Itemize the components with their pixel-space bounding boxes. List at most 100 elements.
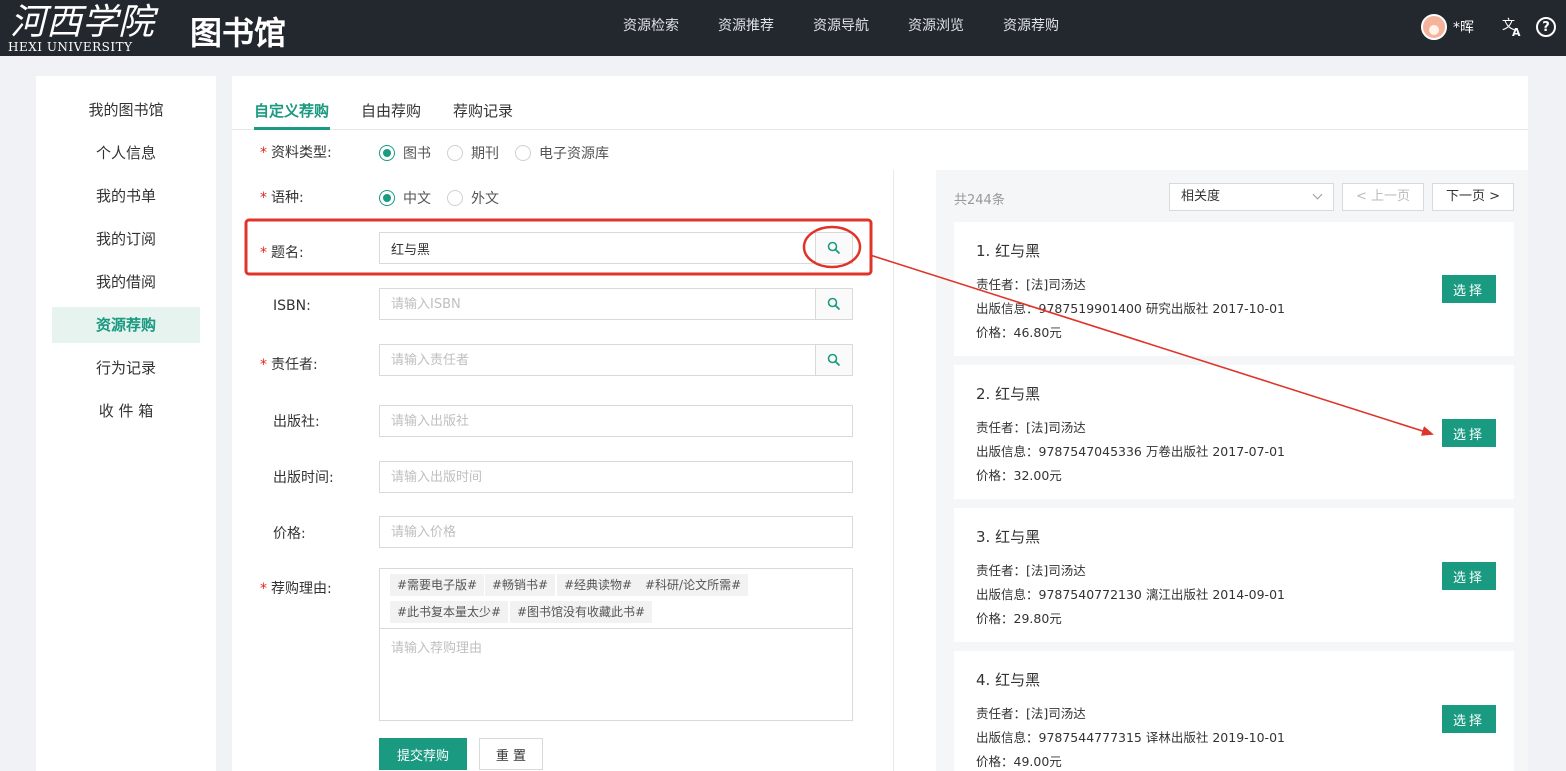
- language-radio-group: 中文 外文: [379, 188, 515, 208]
- avatar: [1421, 14, 1447, 40]
- sidebar-item-booklist[interactable]: 我的书单: [52, 178, 200, 214]
- title-input[interactable]: [379, 232, 816, 264]
- results-total: 共244条: [954, 193, 1005, 208]
- sidebar-item-resource-purchase[interactable]: 资源荐购: [52, 307, 200, 343]
- chevron-down-icon: [1312, 189, 1323, 200]
- top-header: 河西学院 HEXI UNIVERSITY 图书馆 资源检索 资源推荐 资源导航 …: [0, 0, 1566, 56]
- user-menu[interactable]: *晖: [1421, 14, 1474, 40]
- sidebar: 我的图书馆 个人信息 我的书单 我的订阅 我的借阅 资源荐购 行为记录 收 件 …: [36, 76, 216, 771]
- radio-chinese[interactable]: [379, 190, 395, 206]
- sidebar-item-personal-info[interactable]: 个人信息: [52, 135, 200, 171]
- reason-tag[interactable]: #图书馆没有收藏此书#: [510, 601, 653, 623]
- search-icon: [827, 297, 841, 311]
- price-input[interactable]: [379, 516, 853, 548]
- result-author: 责任者：[法]司汤达: [976, 277, 1086, 292]
- sidebar-item-inbox[interactable]: 收 件 箱: [52, 393, 200, 429]
- isbn-input[interactable]: [379, 288, 816, 320]
- price-label: 价格:: [273, 526, 306, 542]
- result-price: 价格：49.00元: [976, 754, 1062, 769]
- sidebar-item-subscriptions[interactable]: 我的订阅: [52, 221, 200, 257]
- reason-tag[interactable]: #科研/论文所需#: [638, 574, 749, 596]
- logo-calligraphy: 河西学院: [10, 2, 159, 42]
- title-search-button[interactable]: [815, 232, 853, 264]
- reason-tag[interactable]: #此书复本量太少#: [390, 601, 509, 623]
- search-icon: [827, 353, 841, 367]
- result-author: 责任者：[法]司汤达: [976, 420, 1086, 435]
- result-pubinfo: 出版信息：9787519901400 研究出版社 2017-10-01: [976, 301, 1285, 316]
- author-input[interactable]: [379, 344, 816, 376]
- nav-resource-search[interactable]: 资源检索: [623, 15, 679, 35]
- results-panel: 共244条 相关度 < 上一页 下一页 > 1. 红与黑 责任者：[法]司汤达 …: [936, 170, 1528, 771]
- result-pubinfo: 出版信息：9787540772130 漓江出版社 2014-09-01: [976, 587, 1285, 602]
- reset-button[interactable]: 重 置: [479, 738, 543, 770]
- radio-e-resource[interactable]: [515, 145, 531, 161]
- isbn-label: ISBN:: [273, 298, 311, 314]
- svg-text:A: A: [1512, 26, 1521, 38]
- author-search-button[interactable]: [815, 344, 853, 376]
- tab-custom-purchase[interactable]: 自定义荐购: [254, 100, 329, 121]
- next-page-button[interactable]: 下一页 >: [1432, 183, 1514, 211]
- result-card: 3. 红与黑 责任者：[法]司汤达 出版信息：9787540772130 漓江出…: [954, 508, 1514, 642]
- sidebar-item-my-library[interactable]: 我的图书馆: [52, 92, 200, 128]
- result-author: 责任者：[法]司汤达: [976, 563, 1086, 578]
- pubdate-label: 出版时间:: [273, 470, 334, 486]
- logo-library: 图书馆: [190, 14, 287, 52]
- reason-tag[interactable]: #经典读物#: [557, 574, 640, 596]
- submit-button[interactable]: 提交荐购: [379, 738, 467, 770]
- username: *晖: [1453, 20, 1474, 36]
- column-divider: [893, 170, 894, 771]
- tab-active-indicator: [254, 127, 330, 130]
- select-button[interactable]: 选择: [1442, 275, 1496, 303]
- result-author: 责任者：[法]司汤达: [976, 706, 1086, 721]
- author-label: * 责任者:: [260, 357, 318, 373]
- result-title: 1. 红与黑: [976, 242, 1041, 260]
- select-button[interactable]: 选择: [1442, 705, 1496, 733]
- tab-free-purchase[interactable]: 自由荐购: [361, 100, 421, 121]
- select-button[interactable]: 选择: [1442, 562, 1496, 590]
- reason-box: #需要电子版# #畅销书# #经典读物# #科研/论文所需# #此书复本量太少#…: [379, 568, 853, 721]
- result-card: 2. 红与黑 责任者：[法]司汤达 出版信息：9787547045336 万卷出…: [954, 365, 1514, 499]
- radio-foreign[interactable]: [447, 190, 463, 206]
- language-label: * 语种:: [260, 190, 304, 206]
- search-icon: [827, 241, 841, 255]
- chevron-left-icon: <: [1355, 189, 1371, 204]
- main-nav: 资源检索 资源推荐 资源导航 资源浏览 资源荐购: [623, 15, 1059, 35]
- publisher-input[interactable]: [379, 405, 853, 437]
- reason-tag[interactable]: #畅销书#: [485, 574, 556, 596]
- prev-page-button[interactable]: < 上一页: [1342, 183, 1424, 211]
- type-label: * 资料类型:: [260, 145, 332, 161]
- nav-resource-recommend[interactable]: 资源推荐: [718, 15, 774, 35]
- result-price: 价格：32.00元: [976, 468, 1062, 483]
- reason-tag[interactable]: #需要电子版#: [390, 574, 485, 596]
- translate-icon[interactable]: 文 A: [1502, 16, 1522, 38]
- result-title: 3. 红与黑: [976, 528, 1041, 546]
- tab-bar: 自定义荐购 自由荐购 荐购记录: [232, 76, 1528, 130]
- nav-resource-purchase[interactable]: 资源荐购: [1003, 15, 1059, 35]
- pubdate-input[interactable]: [379, 461, 853, 493]
- sidebar-item-borrowing[interactable]: 我的借阅: [52, 264, 200, 300]
- chevron-right-icon: >: [1484, 189, 1501, 204]
- result-title: 4. 红与黑: [976, 671, 1041, 689]
- help-icon[interactable]: ?: [1536, 17, 1556, 37]
- logo-english: HEXI UNIVERSITY: [8, 40, 133, 54]
- result-pubinfo: 出版信息：9787547045336 万卷出版社 2017-07-01: [976, 444, 1285, 459]
- type-radio-group: 图书 期刊 电子资源库: [379, 143, 625, 163]
- result-price: 价格：46.80元: [976, 325, 1062, 340]
- nav-resource-navigation[interactable]: 资源导航: [813, 15, 869, 35]
- radio-journal[interactable]: [447, 145, 463, 161]
- sort-select[interactable]: 相关度: [1169, 183, 1334, 211]
- nav-resource-browse[interactable]: 资源浏览: [908, 15, 964, 35]
- sidebar-item-behavior-log[interactable]: 行为记录: [52, 350, 200, 386]
- result-pubinfo: 出版信息：9787544777315 译林出版社 2019-10-01: [976, 730, 1285, 745]
- publisher-label: 出版社:: [273, 414, 320, 430]
- svg-text:河西学院: 河西学院: [10, 2, 159, 42]
- isbn-search-button[interactable]: [815, 288, 853, 320]
- reason-label: * 荐购理由:: [260, 581, 332, 597]
- reason-textarea[interactable]: [380, 629, 852, 720]
- result-card: 1. 红与黑 责任者：[法]司汤达 出版信息：9787519901400 研究出…: [954, 222, 1514, 356]
- radio-book[interactable]: [379, 145, 395, 161]
- reason-tags: #需要电子版# #畅销书# #经典读物# #科研/论文所需# #此书复本量太少#…: [380, 569, 852, 629]
- select-button[interactable]: 选择: [1442, 419, 1496, 447]
- result-card: 4. 红与黑 责任者：[法]司汤达 出版信息：9787544777315 译林出…: [954, 651, 1514, 771]
- tab-purchase-history[interactable]: 荐购记录: [453, 100, 513, 121]
